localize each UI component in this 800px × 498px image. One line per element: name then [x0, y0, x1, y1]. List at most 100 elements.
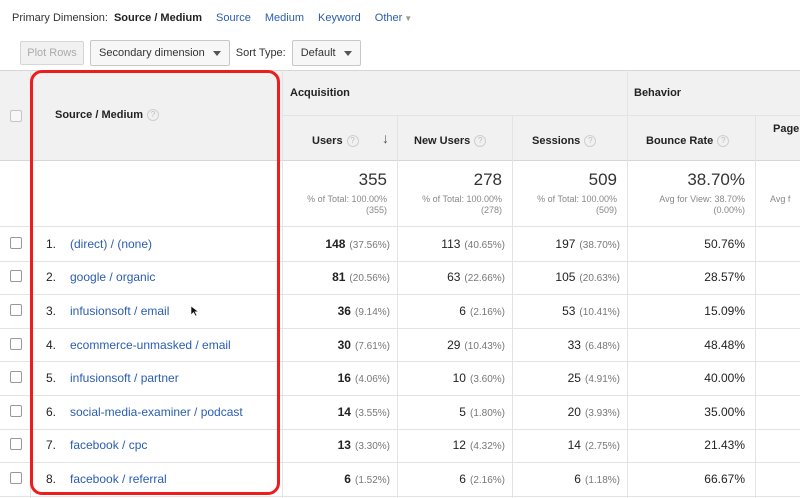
bounce-rate-cell: 48.48% — [704, 338, 745, 352]
new-users-value: 113 — [441, 237, 461, 251]
sessions-percent: (20.63%) — [579, 273, 620, 284]
help-icon[interactable]: ? — [584, 135, 597, 148]
new-users-cell: 6 (2.16%) — [397, 304, 505, 318]
new-users-value: 29 — [447, 338, 461, 352]
column-header-bounce-rate-label: Bounce Rate — [646, 135, 714, 147]
users-percent: (4.06%) — [354, 374, 390, 385]
users-cell: 30 (7.61%) — [282, 338, 390, 352]
plot-rows-button[interactable]: Plot Rows — [20, 41, 84, 65]
total-new-users-line1: % of Total: 100.00% — [422, 194, 502, 204]
users-value: 81 — [332, 270, 346, 284]
total-bounce-rate-line2: (0.00%) — [713, 205, 745, 215]
column-header-source-medium[interactable]: Source / Medium? — [55, 109, 160, 122]
column-header-sessions[interactable]: Sessions? — [532, 135, 597, 148]
group-header-acquisition: Acquisition — [290, 87, 350, 99]
column-header-bounce-rate[interactable]: Bounce Rate? — [646, 135, 730, 148]
row-checkbox[interactable] — [10, 371, 22, 383]
users-cell: 36 (9.14%) — [282, 304, 390, 318]
new-users-value: 63 — [447, 270, 461, 284]
row-checkbox[interactable] — [10, 270, 22, 282]
bounce-rate-cell: 15.09% — [704, 304, 745, 318]
total-new-users-line2: (278) — [480, 205, 502, 215]
row-checkbox[interactable] — [10, 405, 22, 417]
source-medium-link[interactable]: facebook / referral — [70, 472, 167, 486]
sessions-percent: (38.70%) — [579, 240, 620, 251]
column-header-new-users-label: New Users — [414, 135, 471, 147]
sort-type-select[interactable]: Default — [291, 40, 361, 66]
help-icon[interactable]: ? — [346, 135, 359, 148]
source-medium-link[interactable]: google / organic — [70, 270, 155, 284]
dropdown-arrow-icon — [343, 50, 352, 56]
sessions-value: 53 — [562, 304, 576, 318]
dimension-link-other-label: Other — [374, 12, 403, 24]
sessions-value: 105 — [555, 270, 576, 284]
total-pages-line1: Avg f — [770, 194, 791, 204]
help-icon[interactable]: ? — [147, 109, 160, 122]
users-value: 6 — [344, 472, 351, 486]
total-sessions-line2: (509) — [595, 205, 617, 215]
column-header-users[interactable]: Users? — [312, 135, 359, 148]
dimension-link-other[interactable]: Other ▼ — [375, 12, 412, 24]
users-cell: 148 (37.56%) — [282, 237, 390, 251]
users-value: 13 — [337, 438, 351, 452]
source-medium-link[interactable]: infusionsoft / partner — [70, 371, 179, 385]
dimension-link-source[interactable]: Source — [216, 12, 251, 24]
sessions-value: 14 — [567, 438, 581, 452]
bounce-rate-cell: 28.57% — [704, 270, 745, 284]
users-cell: 16 (4.06%) — [282, 371, 390, 385]
dimension-link-keyword[interactable]: Keyword — [318, 12, 361, 24]
bounce-rate-cell: 35.00% — [704, 405, 745, 419]
new-users-percent: (4.32%) — [469, 441, 505, 452]
sessions-cell: 53 (10.41%) — [512, 304, 620, 318]
users-percent: (3.55%) — [354, 408, 390, 419]
source-medium-link[interactable]: infusionsoft / email — [70, 304, 169, 318]
new-users-percent: (2.16%) — [469, 475, 505, 486]
users-value: 148 — [325, 237, 346, 251]
dimension-link-medium[interactable]: Medium — [265, 12, 304, 24]
row-checkbox[interactable] — [10, 472, 22, 484]
source-medium-link[interactable]: facebook / cpc — [70, 438, 147, 452]
report-table: Source / Medium? Acquisition Behavior Us… — [0, 70, 800, 498]
bounce-rate-cell: 66.67% — [704, 472, 745, 486]
primary-dimension-bar: Primary Dimension: Source / Medium Sourc… — [0, 0, 800, 36]
primary-dimension-label: Primary Dimension: — [12, 12, 108, 24]
users-percent: (7.61%) — [354, 341, 390, 352]
sort-type-value: Default — [300, 47, 336, 59]
users-value: 36 — [337, 304, 351, 318]
users-cell: 13 (3.30%) — [282, 438, 390, 452]
row-checkbox[interactable] — [10, 304, 22, 316]
select-all-checkbox[interactable] — [10, 110, 22, 122]
new-users-value: 5 — [459, 405, 466, 419]
sessions-percent: (3.93%) — [584, 408, 620, 419]
source-medium-link[interactable]: social-media-examiner / podcast — [70, 405, 243, 419]
users-percent: (1.52%) — [354, 475, 390, 486]
total-bounce-rate-value: 38.70% — [687, 170, 745, 189]
bounce-rate-cell: 50.76% — [704, 237, 745, 251]
secondary-dimension-select[interactable]: Secondary dimension — [90, 40, 230, 66]
row-checkbox[interactable] — [10, 237, 22, 249]
sessions-cell: 6 (1.18%) — [512, 472, 620, 486]
source-medium-link[interactable]: ecommerce-unmasked / email — [70, 338, 231, 352]
row-number: 3. — [46, 304, 57, 318]
sort-down-arrow-icon[interactable]: ↓ — [382, 130, 389, 146]
source-medium-link[interactable]: (direct) / (none) — [70, 237, 152, 251]
new-users-percent: (10.43%) — [464, 341, 505, 352]
users-percent: (20.56%) — [349, 273, 390, 284]
row-number: 5. — [46, 371, 57, 385]
chevron-down-icon: ▼ — [404, 14, 413, 23]
total-sessions-value: 509 — [588, 170, 617, 189]
row-checkbox[interactable] — [10, 438, 22, 450]
sessions-percent: (1.18%) — [584, 475, 620, 486]
column-header-pages[interactable]: Page — [773, 123, 799, 135]
column-header-new-users[interactable]: New Users? — [414, 135, 487, 148]
row-checkbox[interactable] — [10, 338, 22, 350]
sessions-cell: 33 (6.48%) — [512, 338, 620, 352]
help-icon[interactable]: ? — [474, 135, 487, 148]
help-icon[interactable]: ? — [717, 135, 730, 148]
group-header-behavior: Behavior — [634, 87, 682, 99]
total-bounce-rate-line1: Avg for View: 38.70% — [659, 194, 745, 204]
sessions-percent: (2.75%) — [584, 441, 620, 452]
new-users-cell: 12 (4.32%) — [397, 438, 505, 452]
sessions-cell: 20 (3.93%) — [512, 405, 620, 419]
secondary-dimension-label: Secondary dimension — [99, 47, 205, 59]
